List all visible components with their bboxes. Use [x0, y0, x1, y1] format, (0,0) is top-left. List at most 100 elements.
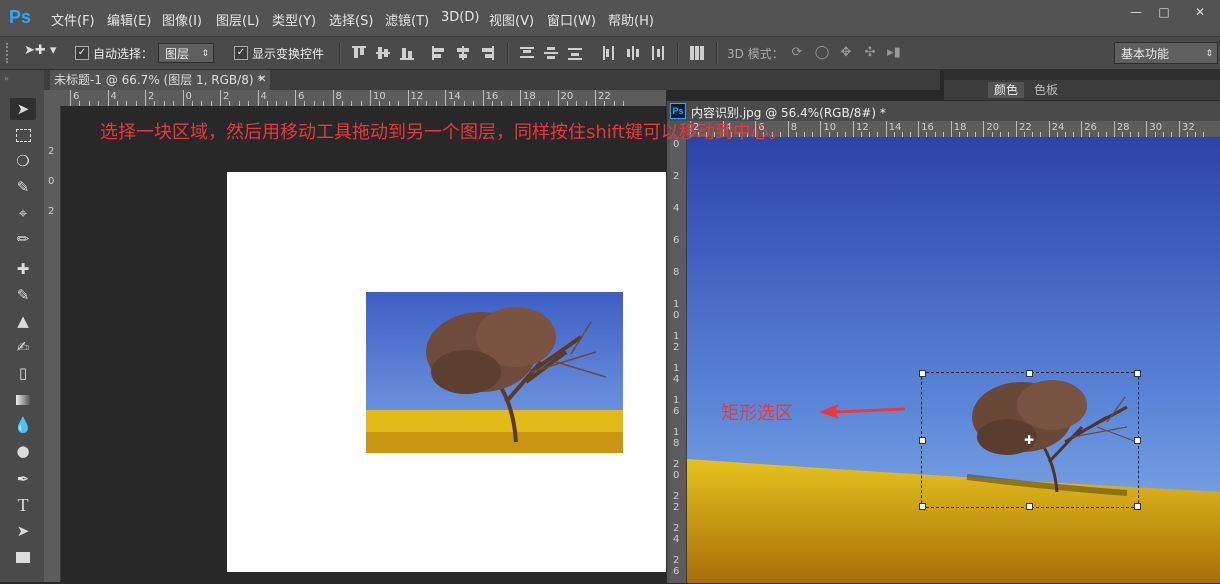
path-selection-tool-icon[interactable]: ➤: [10, 520, 36, 542]
transform-handle[interactable]: [1026, 370, 1033, 377]
type-tool-icon[interactable]: T: [10, 494, 36, 516]
auto-align-layers-icon[interactable]: [690, 46, 704, 60]
healing-brush-tool-icon[interactable]: ✚: [10, 258, 36, 280]
distribute-left-icon[interactable]: [602, 46, 616, 60]
slide-3d-icon[interactable]: ✣: [862, 45, 878, 61]
ruler-label: 20: [673, 459, 680, 481]
align-bottom-icon[interactable]: [400, 46, 414, 60]
eyedropper-tool-icon[interactable]: ✏: [10, 228, 36, 250]
separator: [677, 42, 679, 64]
menu-layer[interactable]: 图层(L): [216, 10, 259, 29]
toolbox: » ➤ ❍ ✎ ⌖ ✏ ✚ ✎ ▲ ✍ ▯ 💧 ● ✒ T ➤: [0, 70, 45, 582]
ruler-label: 8: [673, 267, 680, 278]
workspace-dropdown[interactable]: 基本功能 ⇕: [1114, 42, 1218, 64]
panel-dock-header: [944, 70, 1220, 80]
rotate-3d-icon[interactable]: ⟳: [789, 45, 805, 61]
blur-tool-icon[interactable]: 💧: [10, 414, 36, 436]
ruler-tick: [1146, 121, 1148, 137]
ruler-tick: [820, 121, 822, 137]
white-canvas[interactable]: [227, 172, 666, 572]
distribute-right-icon[interactable]: [650, 46, 664, 60]
annotation-marquee: 矩形选区: [721, 403, 793, 424]
dodge-tool-icon[interactable]: ●: [10, 440, 36, 462]
menu-edit[interactable]: 编辑(E): [107, 10, 151, 29]
swatches-tab[interactable]: 色板: [1028, 82, 1064, 98]
ruler-tick: [145, 90, 146, 106]
ruler-tick: [370, 90, 371, 106]
brush-tool-icon[interactable]: ✎: [10, 284, 36, 306]
ruler-tick: [918, 121, 920, 137]
transform-handle[interactable]: [1134, 503, 1141, 510]
transform-handle[interactable]: [1026, 503, 1033, 510]
separator: [339, 42, 341, 64]
gradient-tool-icon[interactable]: [10, 388, 36, 410]
lasso-tool-icon[interactable]: ❍: [10, 150, 36, 172]
ruler-tick: [1048, 121, 1050, 137]
menu-select[interactable]: 选择(S): [329, 10, 373, 29]
show-transform-checkbox[interactable]: ✓: [234, 46, 248, 60]
minimize-icon[interactable]: —: [1122, 4, 1150, 20]
canvas-area[interactable]: [61, 106, 666, 582]
move-tool-icon[interactable]: ➤: [10, 98, 36, 120]
quick-select-tool-icon[interactable]: ✎: [10, 176, 36, 198]
pasted-tree-layer[interactable]: [366, 292, 623, 453]
menu-window[interactable]: 窗口(W): [547, 10, 596, 29]
ruler-label: 28: [1116, 122, 1130, 133]
menu-help[interactable]: 帮助(H): [608, 10, 654, 29]
transform-handle[interactable]: [919, 437, 926, 444]
maximize-icon[interactable]: □: [1150, 4, 1178, 20]
color-tab[interactable]: 颜色: [988, 82, 1024, 98]
ruler-tick: [787, 121, 789, 137]
menu-type[interactable]: 类型(Y): [272, 10, 316, 29]
ruler-tick: [983, 121, 985, 137]
menu-file[interactable]: 文件(F): [51, 10, 95, 29]
ruler-label: 30: [1149, 122, 1163, 133]
ruler-label: 14: [673, 363, 680, 385]
ruler-label: 22: [673, 491, 680, 513]
move-tool-preset-icon[interactable]: ➤✚ ▾: [24, 43, 62, 63]
transform-handle[interactable]: [1134, 370, 1141, 377]
distribute-top-icon[interactable]: [520, 46, 534, 60]
roll-3d-icon[interactable]: ◯: [814, 45, 830, 61]
close-icon[interactable]: ✕: [1186, 4, 1214, 20]
transform-handle[interactable]: [919, 503, 926, 510]
menu-filter[interactable]: 滤镜(T): [385, 10, 429, 29]
ruler-label: 24: [673, 523, 680, 545]
ruler-tick: [407, 90, 409, 106]
content-aware-image[interactable]: [687, 137, 1220, 583]
distribute-hcenter-icon[interactable]: [626, 46, 640, 60]
auto-select-checkbox[interactable]: ✓: [75, 46, 89, 60]
ruler-label: 6: [673, 235, 680, 246]
pen-tool-icon[interactable]: ✒: [10, 468, 36, 490]
floating-document-window[interactable]: Ps 内容识别.jpg @ 56.4%(RGB/8#) * 2 4 6 8 10 12 14…: [666, 100, 1220, 584]
auto-select-dropdown[interactable]: 图层 ⇕: [158, 43, 214, 63]
ruler-tick: [445, 90, 446, 106]
history-brush-tool-icon[interactable]: ✍: [10, 336, 36, 358]
drag-3d-icon[interactable]: ✥: [838, 45, 854, 61]
clone-stamp-tool-icon[interactable]: ▲: [10, 310, 36, 332]
transform-handle[interactable]: [919, 370, 926, 377]
transform-handle[interactable]: [1134, 437, 1141, 444]
ruler-tick: [295, 90, 296, 106]
menu-3d[interactable]: 3D(D): [441, 10, 479, 25]
align-left-icon[interactable]: [432, 46, 446, 60]
align-hcenter-icon[interactable]: [456, 46, 470, 60]
align-vcenter-icon[interactable]: [376, 46, 390, 60]
crop-tool-icon[interactable]: ⌖: [10, 202, 36, 224]
rectangular-selection[interactable]: ✚: [919, 370, 1141, 510]
eraser-tool-icon[interactable]: ▯: [10, 362, 36, 384]
rectangle-tool-icon[interactable]: [10, 546, 36, 568]
align-top-icon[interactable]: [352, 46, 366, 60]
document-tab[interactable]: 未标题-1 @ 66.7% (图层 1, RGB/8) * ✕: [50, 70, 270, 90]
ruler-tick: [595, 90, 596, 106]
tab-close-icon[interactable]: ✕: [258, 70, 266, 90]
distribute-vcenter-icon[interactable]: [544, 46, 558, 60]
menu-view[interactable]: 视图(V): [489, 10, 534, 29]
scale-3d-icon[interactable]: ▸▮: [886, 45, 902, 61]
menu-image[interactable]: 图像(I): [162, 10, 202, 29]
distribute-bottom-icon[interactable]: [568, 46, 582, 60]
align-right-icon[interactable]: [480, 46, 494, 60]
marquee-tool-icon[interactable]: [10, 124, 36, 146]
collapse-icon[interactable]: »: [4, 74, 9, 83]
ruler-tick: [1016, 121, 1017, 137]
